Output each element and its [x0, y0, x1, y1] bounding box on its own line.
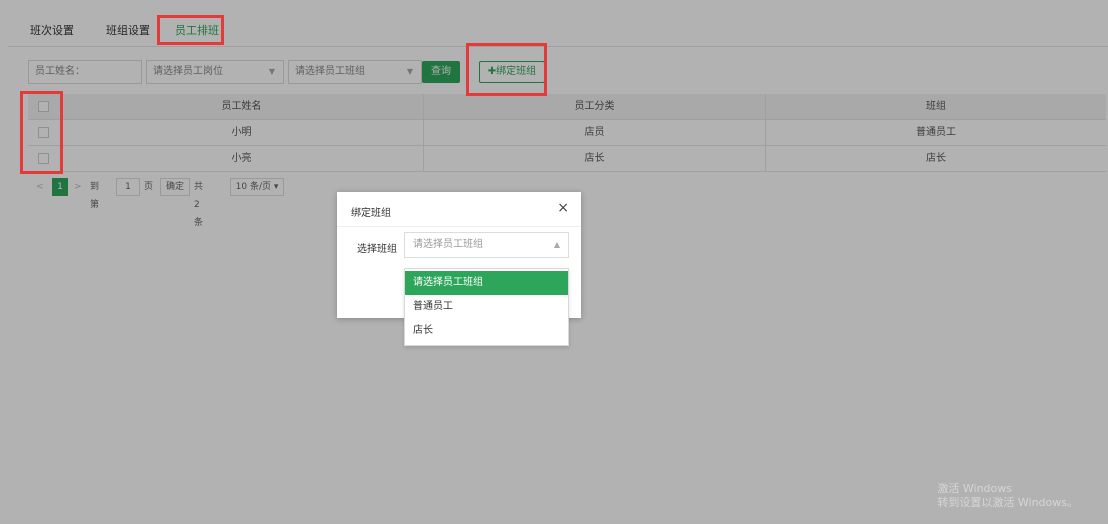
windows-activation-watermark: 激活 Windows 转到设置以激活 Windows。 [937, 482, 1078, 510]
highlight-tab-box [157, 15, 224, 45]
select-group-label: 选择班组 [357, 244, 397, 255]
highlight-checkbox-box [20, 91, 63, 174]
watermark-line-2: 转到设置以激活 Windows。 [937, 496, 1078, 509]
option-placeholder[interactable]: 请选择员工班组 [405, 271, 568, 295]
chevron-up-icon: ▲ [553, 240, 560, 249]
dialog-divider [337, 226, 581, 227]
option-store-manager[interactable]: 店长 [405, 319, 568, 343]
watermark-line-1: 激活 Windows [937, 482, 1012, 495]
highlight-bind-button-box [466, 43, 547, 96]
dialog-title: 绑定班组 [351, 208, 391, 219]
close-icon[interactable]: × [557, 200, 569, 216]
option-regular-staff[interactable]: 普通员工 [405, 295, 568, 319]
group-select[interactable]: 请选择员工班组 ▲ [404, 232, 569, 258]
group-select-value: 请选择员工班组 [413, 239, 483, 250]
group-dropdown-list: 请选择员工班组 普通员工 店长 [404, 268, 569, 346]
